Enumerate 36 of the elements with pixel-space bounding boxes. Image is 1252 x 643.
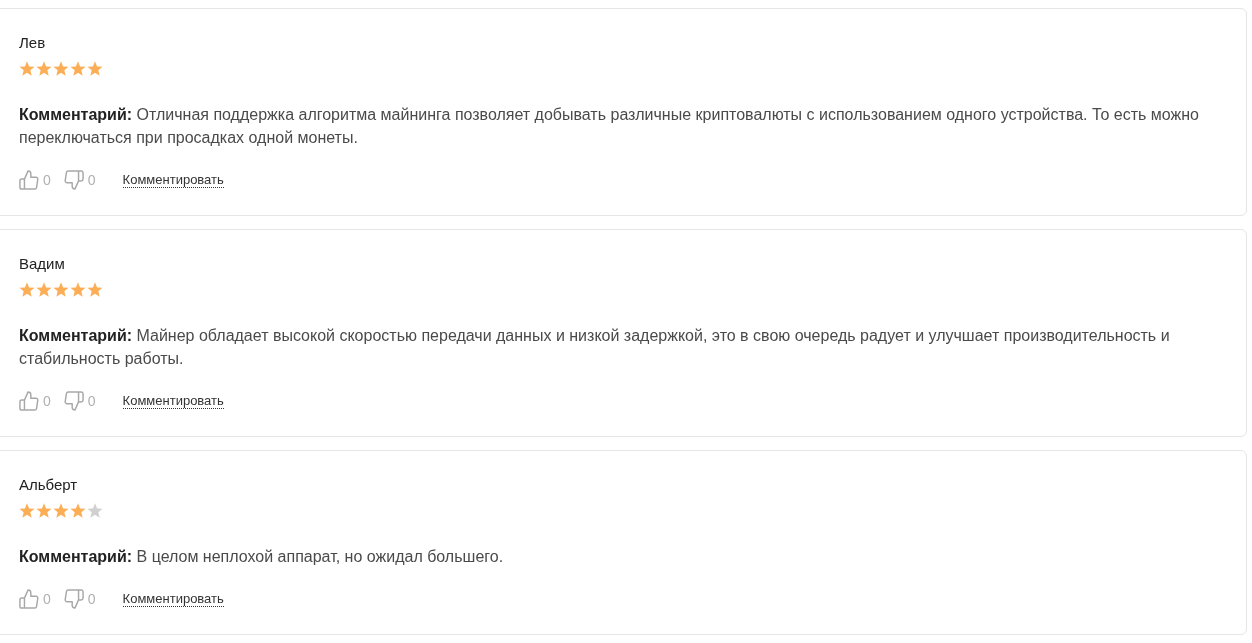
thumbs-up-icon [19, 589, 39, 609]
star-icon [70, 503, 86, 519]
thumbs-up-icon [19, 391, 39, 411]
star-icon [53, 61, 69, 77]
star-icon [70, 61, 86, 77]
star-icon [87, 503, 103, 519]
comment-link[interactable]: Комментировать [122, 172, 224, 188]
star-icon [87, 61, 103, 77]
thumbs-down-icon [63, 170, 84, 190]
star-icon [19, 61, 35, 77]
star-icon [36, 282, 52, 298]
dislike-button[interactable]: 0 [63, 589, 96, 609]
star-icon [87, 282, 103, 298]
star-icon [70, 282, 86, 298]
like-button[interactable]: 0 [19, 170, 51, 190]
star-icon [19, 503, 35, 519]
star-icon [36, 61, 52, 77]
star-icon [53, 503, 69, 519]
thumbs-down-icon [63, 589, 84, 609]
author-name: Лев [19, 34, 46, 52]
comment-link[interactable]: Комментировать [122, 393, 224, 409]
author-name: Альберт [19, 476, 78, 494]
thumbs-down-icon [63, 391, 84, 411]
comment-text: Комментарий: Майнер обладает высокой скоростью передачи данных и низкой задержкой, это в свою очередь радует и улучшает производительность и стабильность работы. [19, 326, 1171, 369]
comment-text: Комментарий: В целом неплохой аппарат, но ожидал большего. [19, 547, 505, 567]
like-button[interactable]: 0 [19, 589, 51, 609]
star-icon [19, 282, 35, 298]
comment-link[interactable]: Комментировать [122, 591, 224, 607]
thumbs-up-icon [19, 170, 39, 190]
like-button[interactable]: 0 [19, 391, 51, 411]
dislike-button[interactable]: 0 [63, 170, 96, 190]
star-icon [36, 503, 52, 519]
star-icon [53, 282, 69, 298]
dislike-button[interactable]: 0 [63, 391, 96, 411]
comment-text: Комментарий: Отличная поддержка алгоритма майнинга позволяет добывать различные криптовалюты с использованием одного устройства. То есть можно переключаться при просадках одной монеты. [19, 105, 1200, 148]
author-name: Вадим [19, 255, 65, 273]
